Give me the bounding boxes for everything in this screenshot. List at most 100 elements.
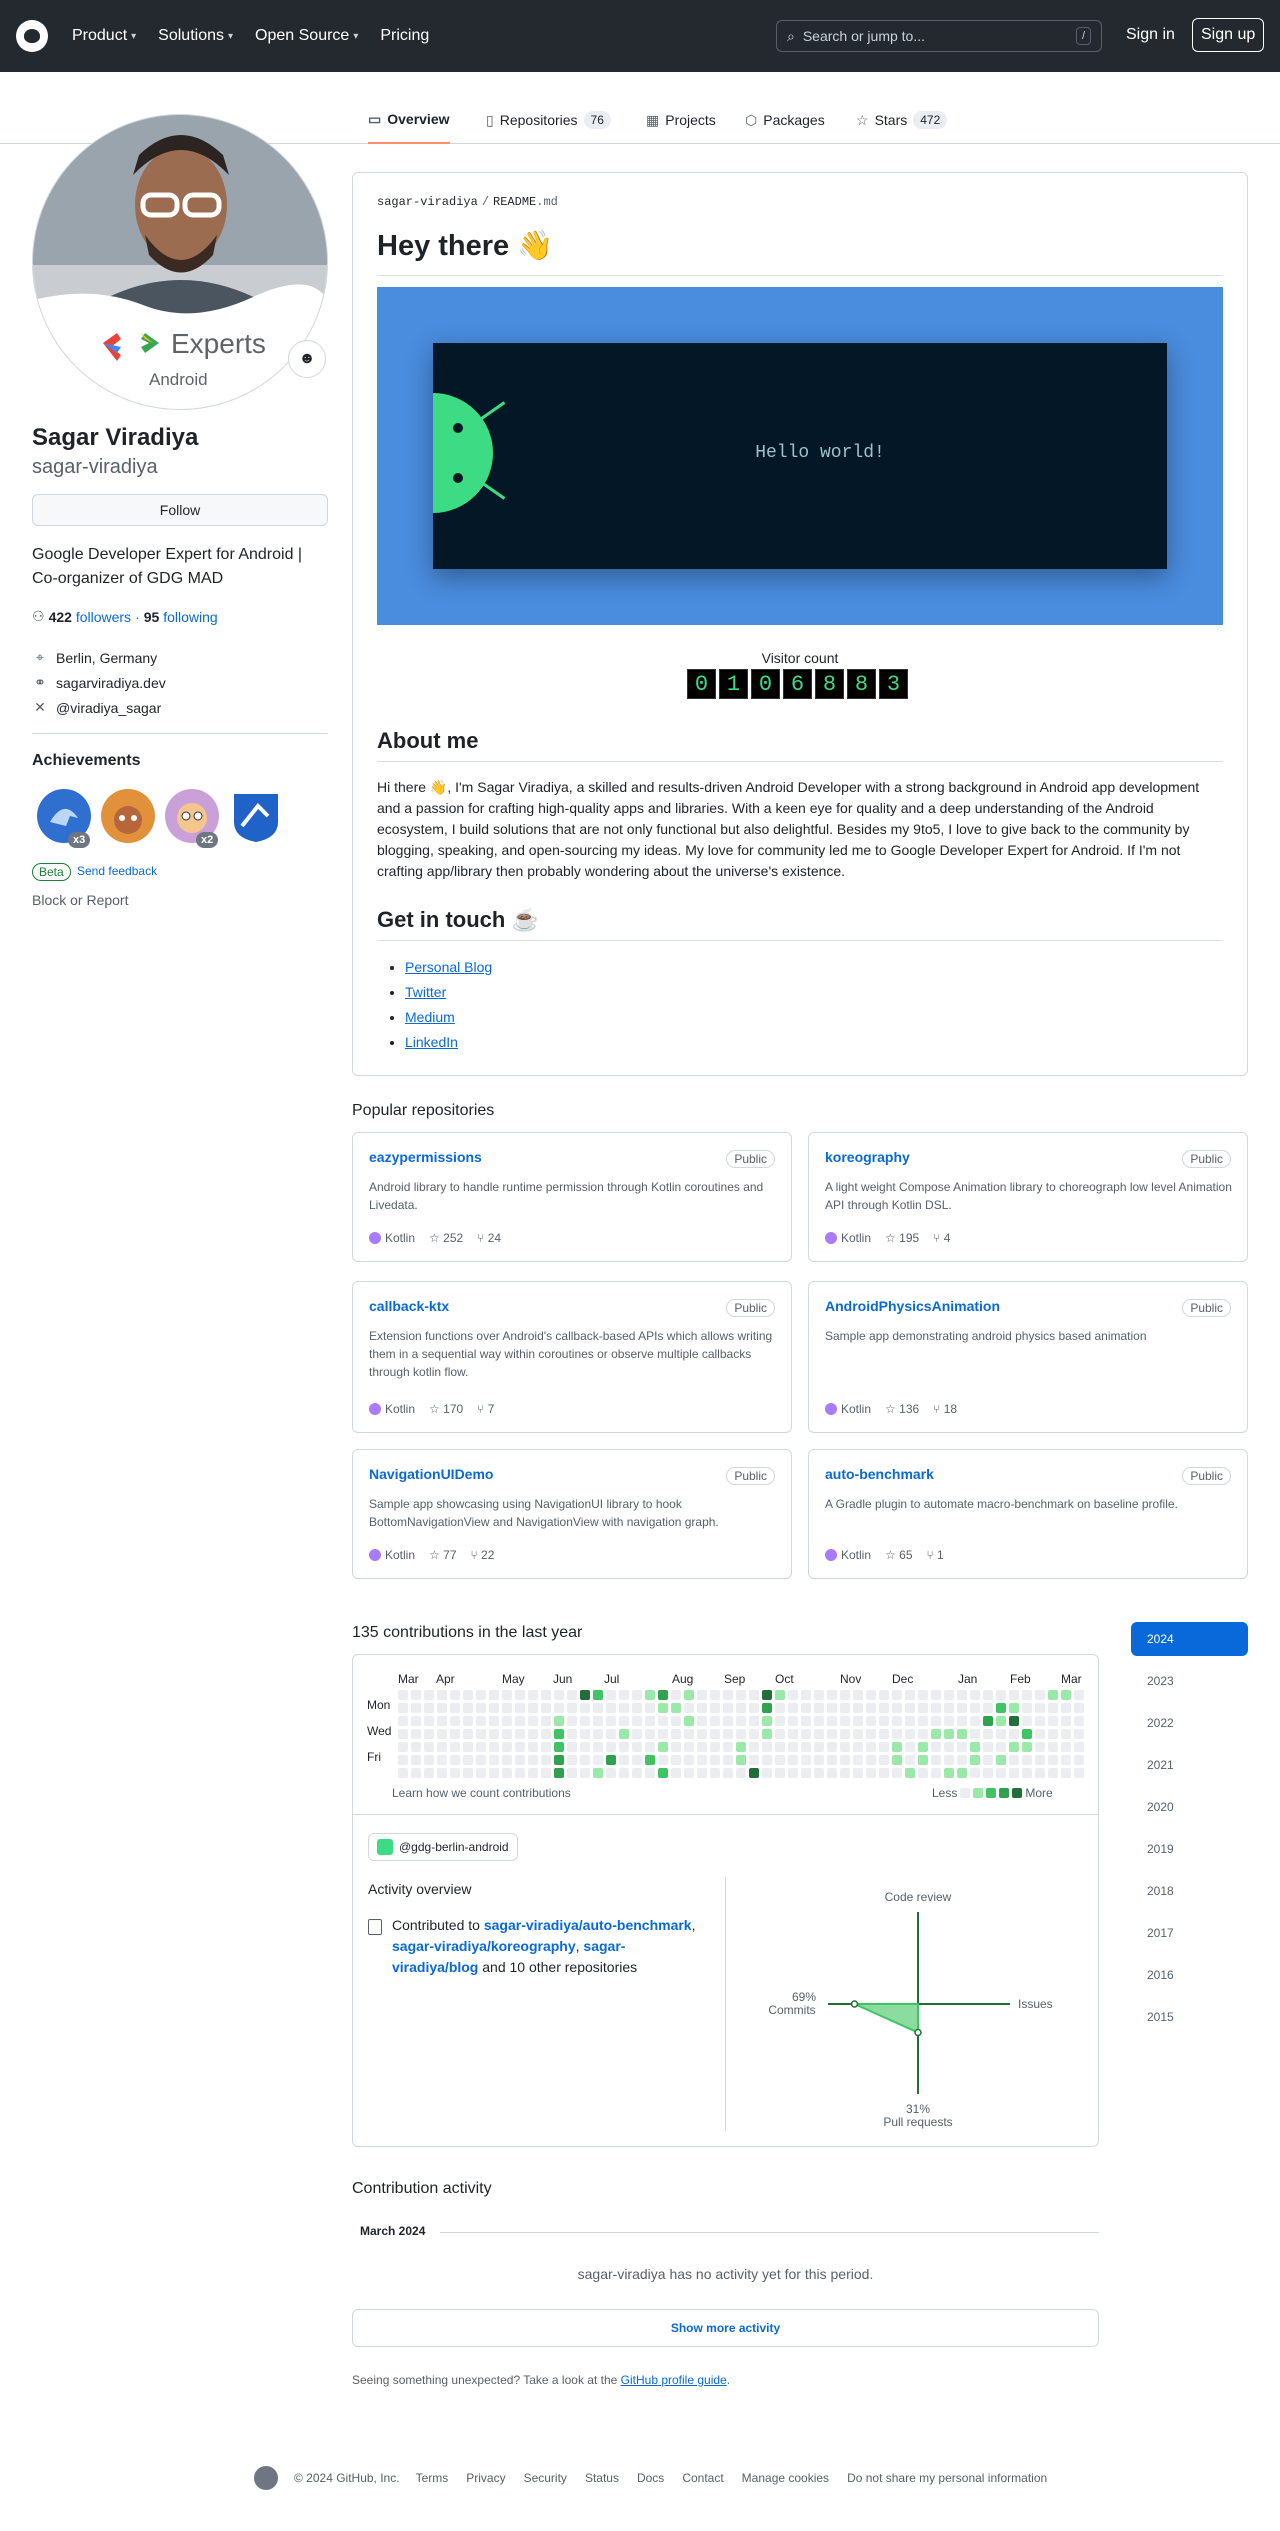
contribution-day[interactable] (489, 1690, 499, 1700)
contribution-day[interactable] (554, 1729, 564, 1739)
contribution-day[interactable] (892, 1742, 902, 1752)
tab-overview[interactable]: ▭ Overview (368, 96, 450, 144)
contribution-day[interactable] (879, 1703, 889, 1713)
contribution-day[interactable] (957, 1742, 967, 1752)
contribution-day[interactable] (996, 1716, 1006, 1726)
learn-contributions-link[interactable]: Learn how we count contributions (392, 1786, 571, 1800)
contribution-day[interactable] (554, 1703, 564, 1713)
contribution-day[interactable] (710, 1690, 720, 1700)
footer-link-terms[interactable]: Terms (416, 2471, 449, 2485)
contribution-day[interactable] (931, 1690, 941, 1700)
contribution-day[interactable] (606, 1716, 616, 1726)
contribution-day[interactable] (827, 1729, 837, 1739)
contribution-day[interactable] (1074, 1703, 1084, 1713)
linkedin-link[interactable]: LinkedIn (405, 1034, 458, 1050)
contribution-day[interactable] (671, 1742, 681, 1752)
contribution-day[interactable] (944, 1768, 954, 1778)
contribution-day[interactable] (619, 1690, 629, 1700)
contribution-day[interactable] (879, 1729, 889, 1739)
contribution-day[interactable] (788, 1729, 798, 1739)
contribution-day[interactable] (931, 1742, 941, 1752)
contribution-day[interactable] (528, 1768, 538, 1778)
contribution-day[interactable] (697, 1755, 707, 1765)
contribution-day[interactable] (684, 1742, 694, 1752)
contribution-day[interactable] (905, 1742, 915, 1752)
contribution-day[interactable] (437, 1690, 447, 1700)
contribution-day[interactable] (905, 1690, 915, 1700)
contribution-day[interactable] (645, 1690, 655, 1700)
contribution-day[interactable] (645, 1755, 655, 1765)
contribution-day[interactable] (762, 1768, 772, 1778)
contribution-day[interactable] (632, 1703, 642, 1713)
contribution-day[interactable] (554, 1755, 564, 1765)
contribution-day[interactable] (710, 1716, 720, 1726)
contribution-day[interactable] (736, 1690, 746, 1700)
github-logo-icon[interactable] (254, 2466, 278, 2490)
contribution-day[interactable] (1009, 1716, 1019, 1726)
contribution-day[interactable] (463, 1690, 473, 1700)
contribution-day[interactable] (684, 1703, 694, 1713)
contribution-day[interactable] (567, 1742, 577, 1752)
contribution-day[interactable] (1074, 1729, 1084, 1739)
contribution-day[interactable] (684, 1729, 694, 1739)
contribution-day[interactable] (1009, 1768, 1019, 1778)
contribution-day[interactable] (554, 1716, 564, 1726)
contribution-day[interactable] (541, 1755, 551, 1765)
contribution-day[interactable] (476, 1729, 486, 1739)
contribution-day[interactable] (593, 1755, 603, 1765)
contribution-day[interactable] (1048, 1703, 1058, 1713)
contribution-day[interactable] (450, 1690, 460, 1700)
contribution-day[interactable] (450, 1768, 460, 1778)
contribution-day[interactable] (814, 1755, 824, 1765)
contribution-day[interactable] (983, 1742, 993, 1752)
contribution-day[interactable] (476, 1703, 486, 1713)
contribution-day[interactable] (827, 1703, 837, 1713)
contribution-day[interactable] (762, 1742, 772, 1752)
contribution-day[interactable] (424, 1703, 434, 1713)
contribution-day[interactable] (892, 1768, 902, 1778)
contribution-day[interactable] (931, 1755, 941, 1765)
repo-stars-link[interactable]: ☆ 195 (885, 1231, 919, 1245)
contribution-day[interactable] (996, 1690, 1006, 1700)
contribution-day[interactable] (580, 1768, 590, 1778)
contribution-day[interactable] (398, 1716, 408, 1726)
avatar[interactable]: Experts Android (32, 114, 328, 410)
repo-name-link[interactable]: callback-ktx (369, 1298, 449, 1314)
contribution-day[interactable] (723, 1716, 733, 1726)
contribution-day[interactable] (918, 1716, 928, 1726)
contribution-day[interactable] (710, 1703, 720, 1713)
contribution-day[interactable] (970, 1690, 980, 1700)
contribution-day[interactable] (697, 1742, 707, 1752)
year-link-2015[interactable]: 2015 (1131, 2000, 1248, 2034)
contribution-day[interactable] (970, 1716, 980, 1726)
contribution-day[interactable] (944, 1729, 954, 1739)
contribution-day[interactable] (853, 1742, 863, 1752)
repo-name-link[interactable]: auto-benchmark (825, 1466, 934, 1482)
contribution-day[interactable] (632, 1716, 642, 1726)
year-link-2016[interactable]: 2016 (1131, 1958, 1248, 1992)
contribution-day[interactable] (905, 1768, 915, 1778)
contribution-day[interactable] (515, 1703, 525, 1713)
contribution-day[interactable] (814, 1716, 824, 1726)
contribution-day[interactable] (515, 1716, 525, 1726)
contribution-day[interactable] (437, 1768, 447, 1778)
footer-link-do-not-share-my-personal-information[interactable]: Do not share my personal information (847, 2471, 1047, 2485)
org-filter-chip[interactable]: @gdg-berlin-android (368, 1833, 518, 1861)
contribution-day[interactable] (866, 1729, 876, 1739)
contribution-day[interactable] (957, 1703, 967, 1713)
contribution-day[interactable] (840, 1729, 850, 1739)
personal-blog-link[interactable]: Personal Blog (405, 959, 492, 975)
github-logo-icon[interactable] (16, 20, 48, 52)
contribution-day[interactable] (775, 1768, 785, 1778)
contribution-day[interactable] (619, 1742, 629, 1752)
contribution-day[interactable] (866, 1703, 876, 1713)
contribution-day[interactable] (398, 1755, 408, 1765)
contribution-day[interactable] (619, 1703, 629, 1713)
repo-stars-link[interactable]: ☆ 136 (885, 1402, 919, 1416)
contribution-day[interactable] (775, 1690, 785, 1700)
contribution-day[interactable] (489, 1729, 499, 1739)
contribution-day[interactable] (1074, 1716, 1084, 1726)
contribution-day[interactable] (788, 1755, 798, 1765)
contribution-day[interactable] (736, 1755, 746, 1765)
contribution-day[interactable] (476, 1716, 486, 1726)
